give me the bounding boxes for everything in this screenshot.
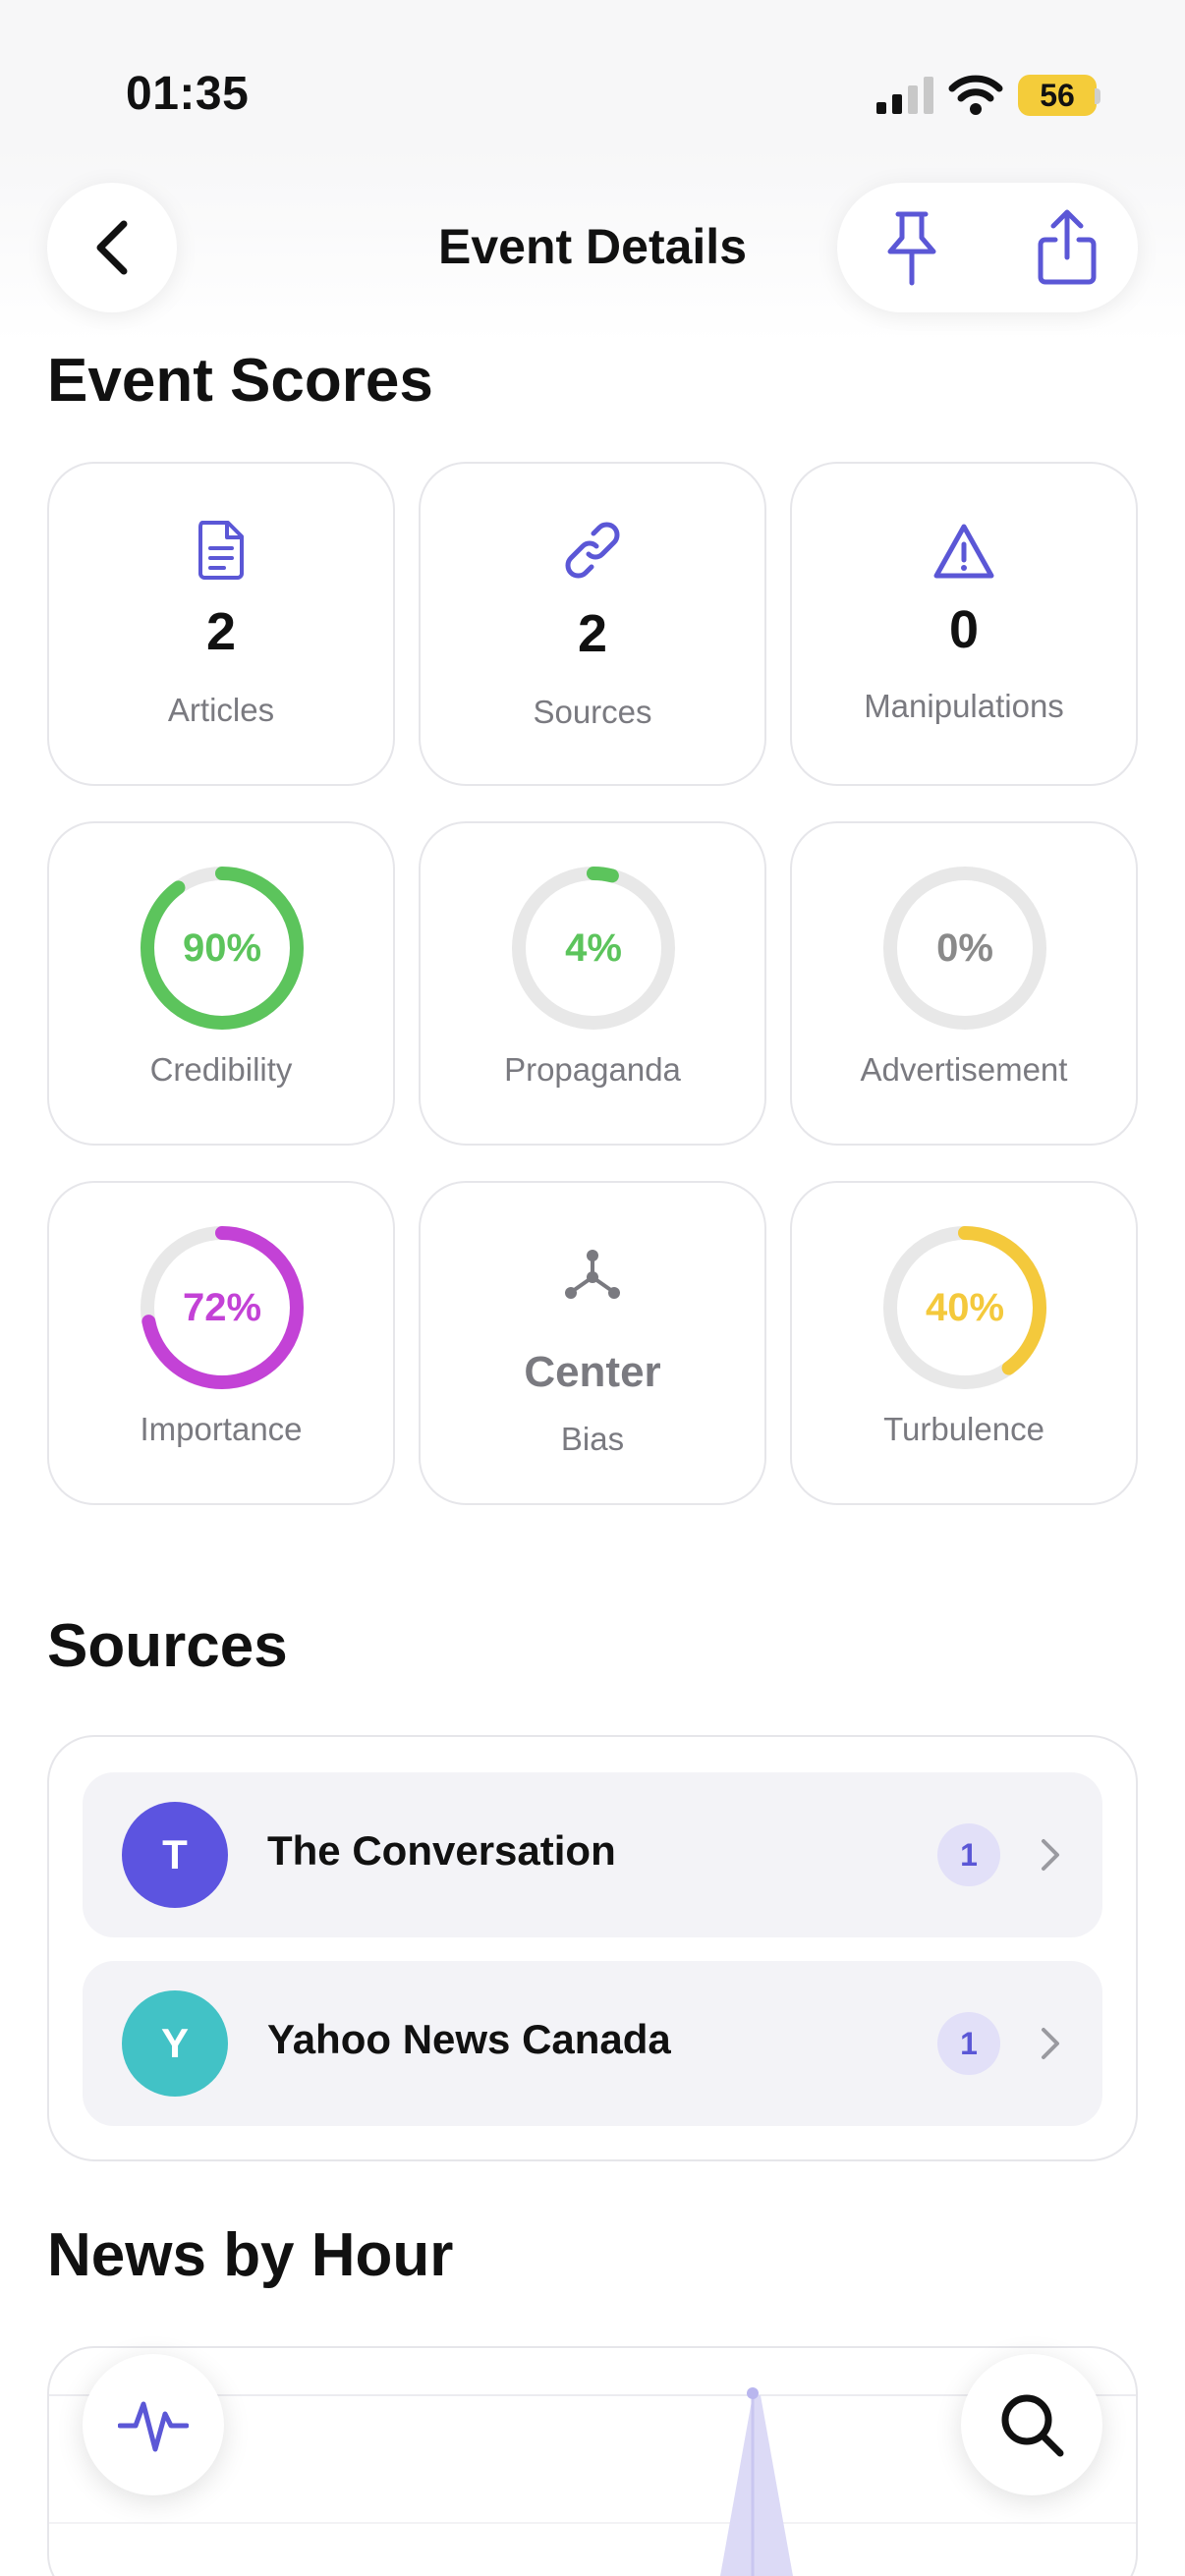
cellular-signal-icon: [876, 77, 933, 114]
article-count-badge: 1: [937, 1823, 1000, 1886]
avatar: Y: [122, 1990, 228, 2097]
turbulence-label: Turbulence: [883, 1411, 1044, 1447]
importance-card[interactable]: 72% Importance: [47, 1181, 395, 1505]
hour-spike-point: [747, 2387, 759, 2399]
article-count-badge: 1: [937, 2012, 1000, 2075]
search-button[interactable]: [961, 2354, 1102, 2495]
credibility-value: 90%: [182, 926, 262, 970]
manipulations-value: 0: [948, 600, 980, 659]
activity-button[interactable]: [83, 2354, 224, 2495]
bias-card[interactable]: Center Bias: [419, 1181, 766, 1505]
battery-level: 56: [1040, 78, 1075, 113]
manipulations-card[interactable]: 0 Manipulations: [790, 462, 1138, 786]
advertisement-label: Advertisement: [860, 1051, 1068, 1088]
chevron-right-icon: [1042, 2028, 1059, 2059]
propaganda-value: 4%: [565, 926, 622, 970]
hub-icon: [565, 1250, 620, 1299]
credibility-card[interactable]: 90% Credibility: [47, 821, 395, 1146]
sources-title: Sources: [47, 1612, 288, 1680]
warning-icon-wrap: [792, 523, 1136, 580]
sources-value: 2: [577, 604, 608, 663]
warning-icon: [933, 524, 994, 579]
share-button[interactable]: [1022, 202, 1112, 293]
source-name: Yahoo News Canada: [267, 2016, 671, 2062]
importance-label: Importance: [140, 1411, 303, 1447]
source-row-yahoo-news-canada[interactable]: Y Yahoo News Canada 1: [83, 1961, 1102, 2126]
document-icon-wrap: [49, 519, 393, 580]
source-row-the-conversation[interactable]: T The Conversation 1: [83, 1772, 1102, 1937]
sources-label: Sources: [533, 694, 652, 730]
articles-value: 2: [205, 602, 237, 661]
link-icon: [565, 522, 620, 579]
propaganda-card[interactable]: 4% Propaganda: [419, 821, 766, 1146]
articles-label: Articles: [167, 692, 275, 728]
bias-icon-wrap: [421, 1248, 764, 1307]
document-icon: [198, 521, 244, 580]
status-time: 01:35: [126, 68, 250, 120]
avatar: T: [122, 1802, 228, 1908]
advertisement-value: 0%: [936, 926, 993, 970]
turbulence-value: 40%: [925, 1286, 1005, 1329]
articles-card[interactable]: 2 Articles: [47, 462, 395, 786]
source-name: The Conversation: [267, 1827, 616, 1874]
credibility-label: Credibility: [149, 1051, 293, 1088]
turbulence-card[interactable]: 40% Turbulence: [790, 1181, 1138, 1505]
bias-label: Bias: [560, 1421, 625, 1457]
link-icon-wrap: [421, 519, 764, 582]
bias-value: Center: [524, 1348, 661, 1396]
search-icon: [1001, 2394, 1064, 2457]
sources-card[interactable]: 2 Sources: [419, 462, 766, 786]
pulse-icon: [118, 2401, 189, 2452]
news-by-hour-title: News by Hour: [47, 2221, 454, 2289]
advertisement-card[interactable]: 0% Advertisement: [790, 821, 1138, 1146]
pin-icon: [887, 211, 936, 286]
propaganda-label: Propaganda: [504, 1051, 681, 1088]
pin-button[interactable]: [867, 202, 957, 293]
manipulations-label: Manipulations: [864, 688, 1064, 724]
hour-spike: [720, 2395, 793, 2576]
wifi-icon: [948, 75, 1003, 115]
chevron-right-icon: [1042, 1839, 1059, 1871]
importance-value: 72%: [182, 1286, 262, 1329]
event-scores-title: Event Scores: [47, 347, 433, 415]
share-icon: [1038, 209, 1097, 285]
